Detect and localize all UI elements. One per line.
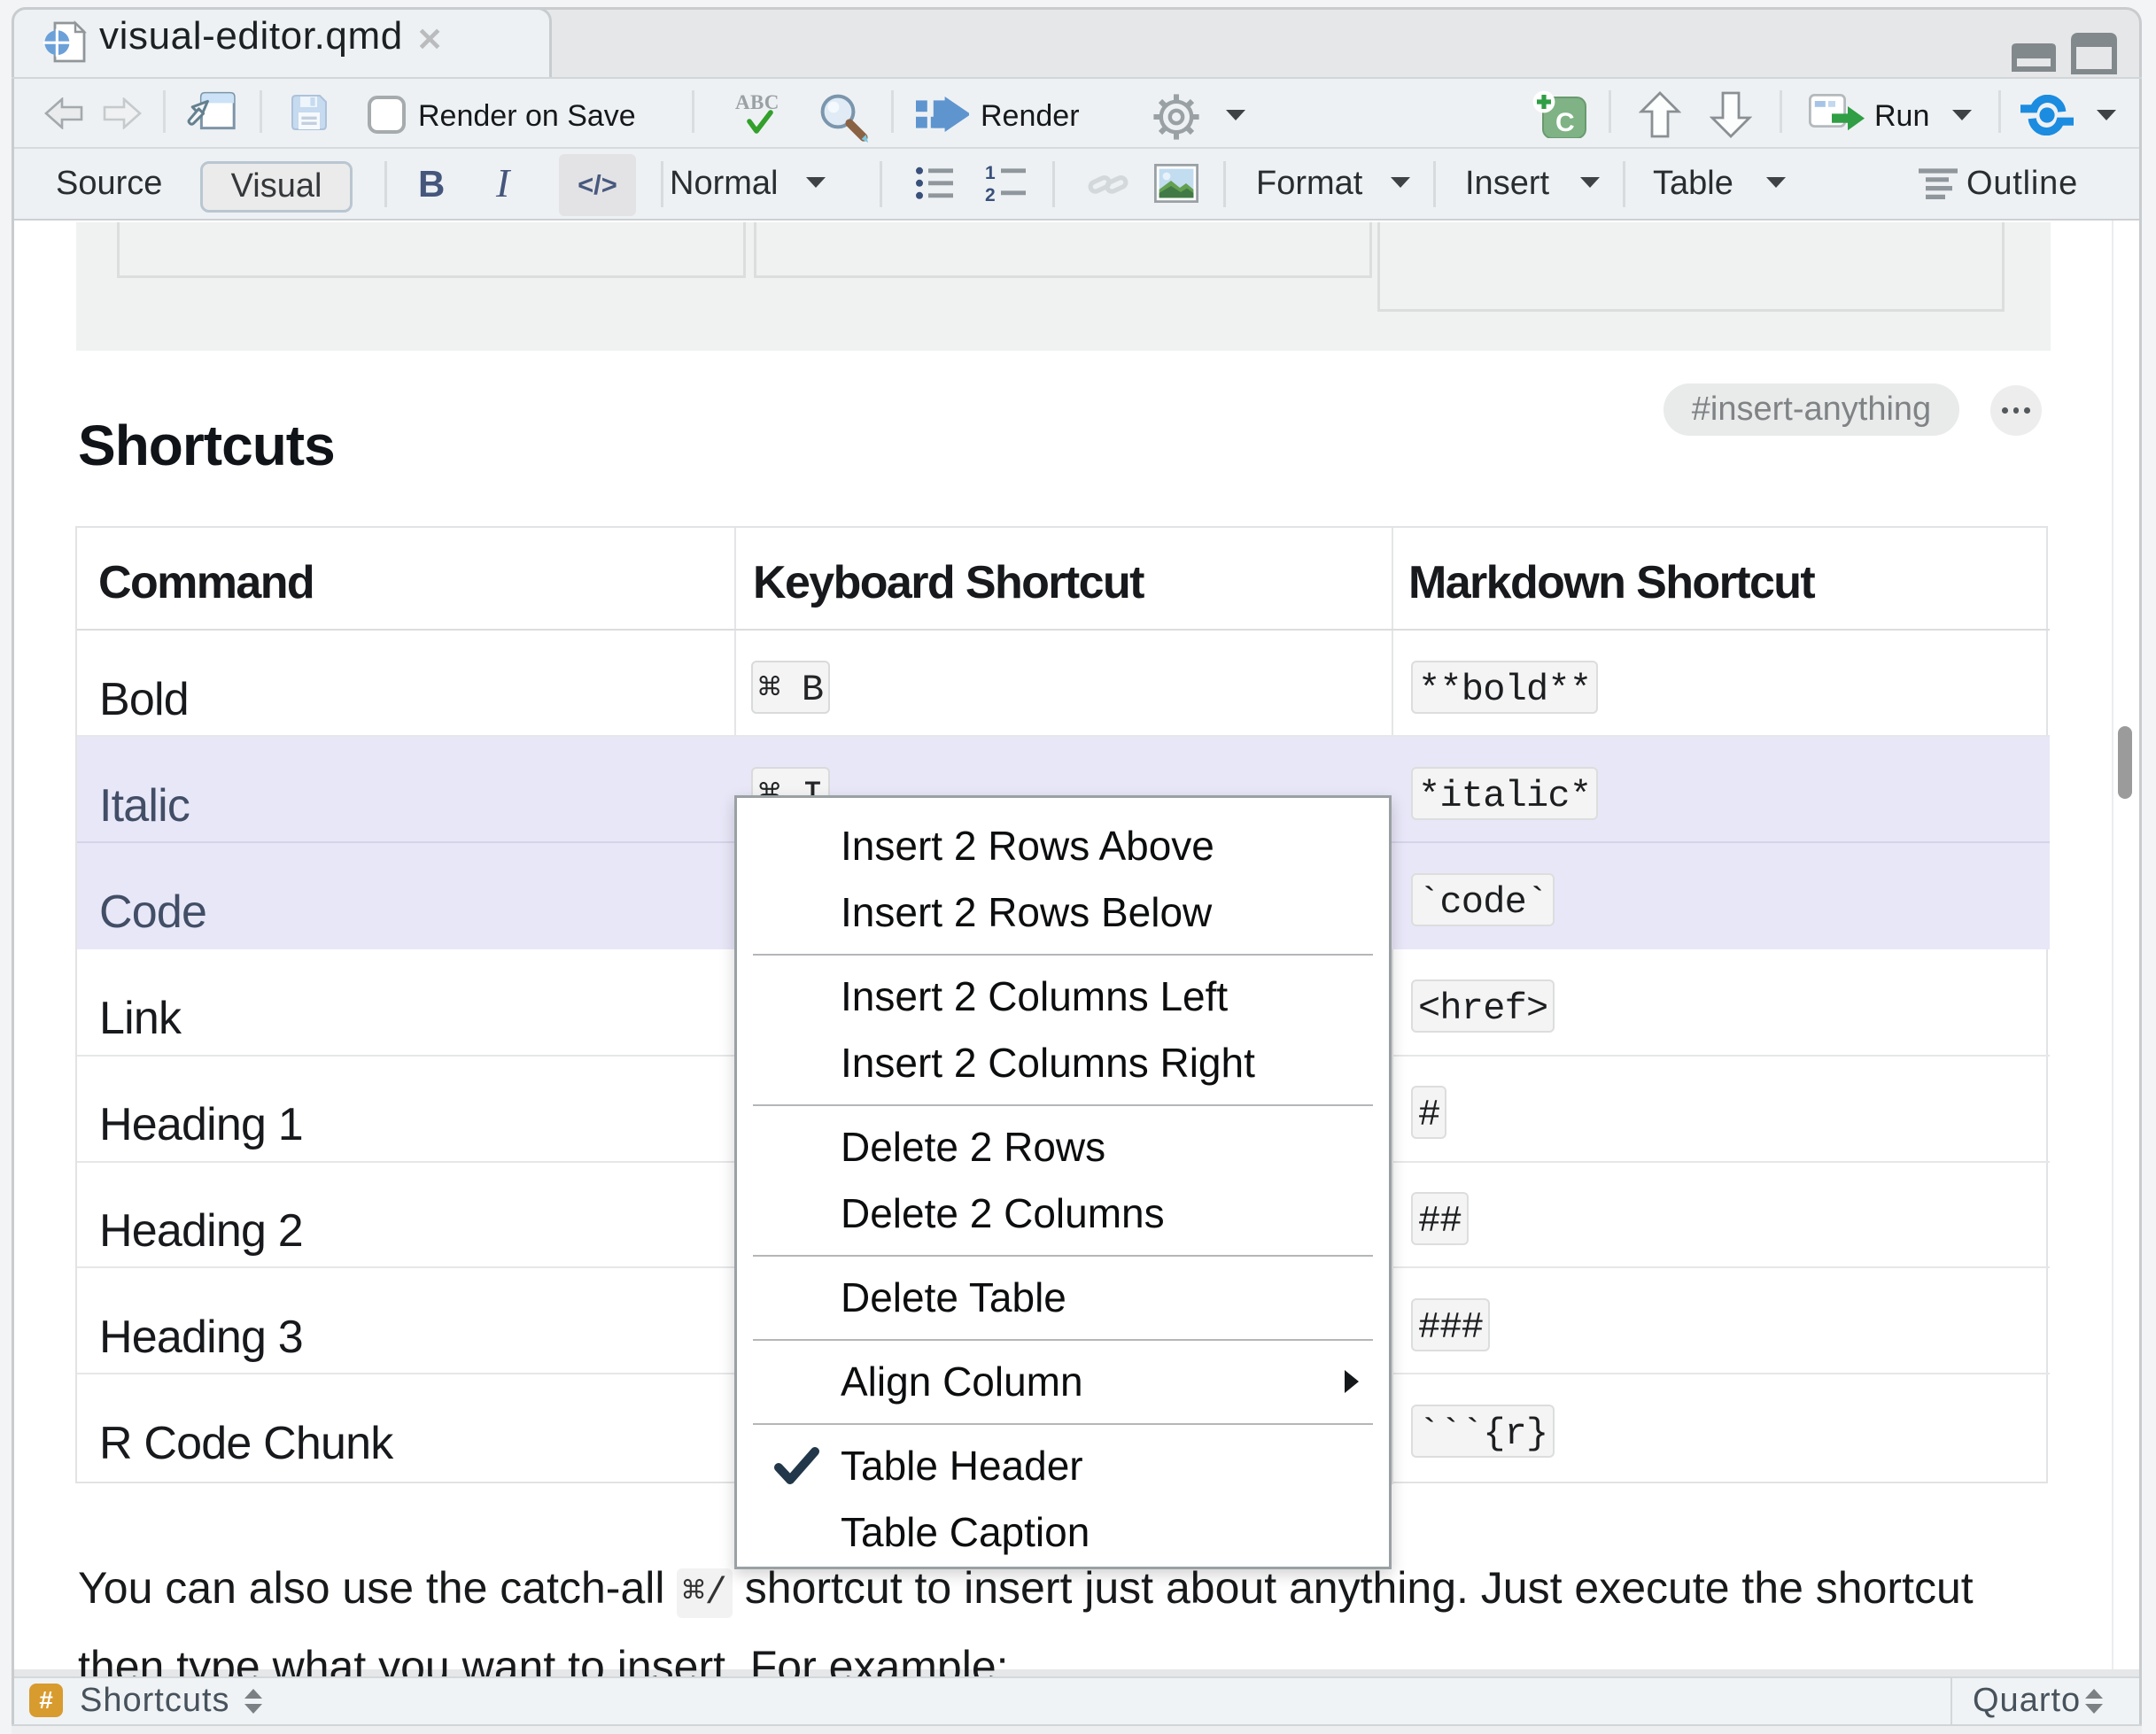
svg-text:ABC: ABC <box>735 91 779 113</box>
svg-text:2: 2 <box>985 185 996 204</box>
svg-text:1: 1 <box>985 163 996 183</box>
svg-text:C: C <box>1555 108 1575 137</box>
